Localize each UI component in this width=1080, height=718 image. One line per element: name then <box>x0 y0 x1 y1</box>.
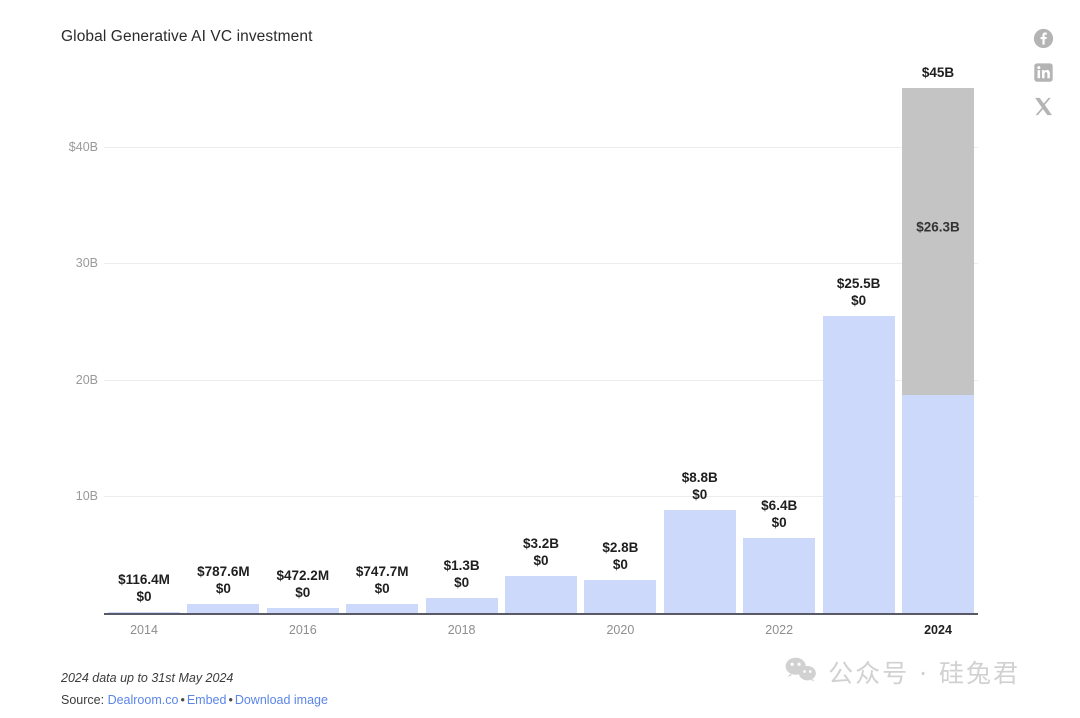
bar-segment-value-label: $26.3B <box>916 219 960 235</box>
bar-group[interactable]: $8.8B $0 <box>663 470 736 613</box>
x-axis-tick-label: 2022 <box>765 623 794 637</box>
bar-value-primary: $45B <box>921 65 955 81</box>
x-axis-tick-label: 2018 <box>447 623 476 637</box>
chart-plot-area: $40B 30B 20B 10B $116.4M $0 $787.6M $0 $472.2M $… <box>0 0 1080 660</box>
bar-value-label: $116.4M $0 <box>118 571 170 605</box>
y-axis-tick-label: 10B <box>75 489 98 504</box>
bar-value-primary: $25.5B <box>836 275 881 291</box>
embed-link[interactable]: Embed <box>187 693 227 707</box>
wechat-icon <box>784 656 818 689</box>
bar-value-primary: $116.4M <box>118 571 170 587</box>
x-axis-line <box>104 613 978 615</box>
bar-value-primary: $8.8B <box>681 470 718 486</box>
bar-segment-secondary[interactable] <box>902 88 974 395</box>
bar-group[interactable]: $747.7M $0 <box>346 564 419 613</box>
bar-value-secondary: $0 <box>374 581 390 597</box>
bar-value-secondary: $0 <box>851 292 867 308</box>
separator-1: • <box>180 693 185 707</box>
y-axis-tick-label: 30B <box>75 256 98 271</box>
bar-value-label: $1.3B $0 <box>444 557 480 591</box>
x-axis-tick-label: 2024 <box>924 623 952 637</box>
footer: 2024 data up to 31st May 2024 Source: De… <box>61 671 328 707</box>
x-axis-tick-label: 2014 <box>130 623 158 637</box>
bar-value-primary: $6.4B <box>761 498 798 514</box>
bar-value-label: $45B <box>922 64 954 81</box>
bar-group[interactable]: $116.4M $0 <box>108 572 180 613</box>
bar-value-primary: $2.8B <box>602 540 639 556</box>
chart-page: Global Generative AI VC investment $40B 3 <box>0 0 1080 718</box>
bar-segment-primary[interactable] <box>346 604 419 613</box>
bar-value-secondary: $0 <box>771 515 787 531</box>
bar-segment-primary[interactable] <box>266 607 339 613</box>
bar-segment-primary[interactable] <box>584 580 657 613</box>
bar-value-secondary: $0 <box>454 574 470 590</box>
y-axis-tick-label: $40B <box>68 139 98 154</box>
bar-segment-primary[interactable] <box>505 575 577 613</box>
dealroom-link[interactable]: Dealroom.co <box>108 693 179 707</box>
bar-segment-primary[interactable] <box>187 603 260 613</box>
bar-value-secondary: $0 <box>136 588 152 604</box>
bar-value-secondary: $0 <box>295 584 311 600</box>
bar-segment-primary[interactable] <box>108 611 180 613</box>
bar-segment-primary[interactable] <box>822 315 895 613</box>
bar-group[interactable]: $25.5B $0 <box>822 276 895 613</box>
watermark: 公众号 · 硅兔君 <box>784 654 1020 690</box>
bar-group[interactable]: $26.3B $45B <box>902 65 974 613</box>
bar-group[interactable]: $6.4B $0 <box>743 498 816 613</box>
bar-group[interactable]: $472.2M $0 <box>266 568 339 613</box>
bar-value-secondary: $0 <box>533 552 549 568</box>
download-image-link[interactable]: Download image <box>235 693 328 707</box>
bar-group[interactable]: $3.2B $0 <box>505 536 577 613</box>
bar-segment-primary[interactable] <box>425 597 498 613</box>
bar-group[interactable]: $2.8B $0 <box>584 540 657 613</box>
bar-group[interactable]: $1.3B $0 <box>425 558 498 613</box>
bar-value-primary: $787.6M <box>197 563 250 579</box>
bar-value-primary: $472.2M <box>276 567 330 583</box>
footer-source: Source: Dealroom.co • Embed • Download image <box>61 693 328 707</box>
bar-value-primary: $3.2B <box>522 535 560 551</box>
separator-2: • <box>228 693 233 707</box>
x-axis-tick-label: 2020 <box>606 623 635 637</box>
bar-value-secondary: $0 <box>692 487 708 503</box>
bar-segment-primary[interactable] <box>902 394 974 613</box>
gridline <box>104 146 978 148</box>
bar-value-label: $3.2B $0 <box>523 535 559 569</box>
source-prefix: Source: <box>61 693 108 707</box>
bar-value-label: $25.5B $0 <box>837 275 881 309</box>
bar-value-secondary: $0 <box>612 557 628 573</box>
watermark-text: 公众号 · 硅兔君 <box>828 659 1020 688</box>
bar-segment-primary[interactable] <box>743 538 816 613</box>
bar-value-label: $6.4B $0 <box>761 497 797 531</box>
bar-value-label: $747.7M $0 <box>356 563 409 597</box>
x-axis-tick-label: 2016 <box>288 623 317 637</box>
bar-value-label: $787.6M $0 <box>197 563 250 597</box>
bar-value-label: $472.2M $0 <box>277 567 330 601</box>
bar-value-label: $2.8B $0 <box>602 539 638 573</box>
y-axis-tick-label: 20B <box>75 372 98 387</box>
bar-group[interactable]: $787.6M $0 <box>187 564 260 613</box>
footer-note: 2024 data up to 31st May 2024 <box>61 671 234 685</box>
bar-value-label: $8.8B $0 <box>682 469 718 503</box>
bar-value-primary: $747.7M <box>355 564 409 580</box>
gridline <box>104 263 978 265</box>
bar-segment-primary[interactable] <box>663 510 736 613</box>
bar-value-primary: $1.3B <box>443 557 480 573</box>
bar-value-secondary: $0 <box>215 580 231 596</box>
